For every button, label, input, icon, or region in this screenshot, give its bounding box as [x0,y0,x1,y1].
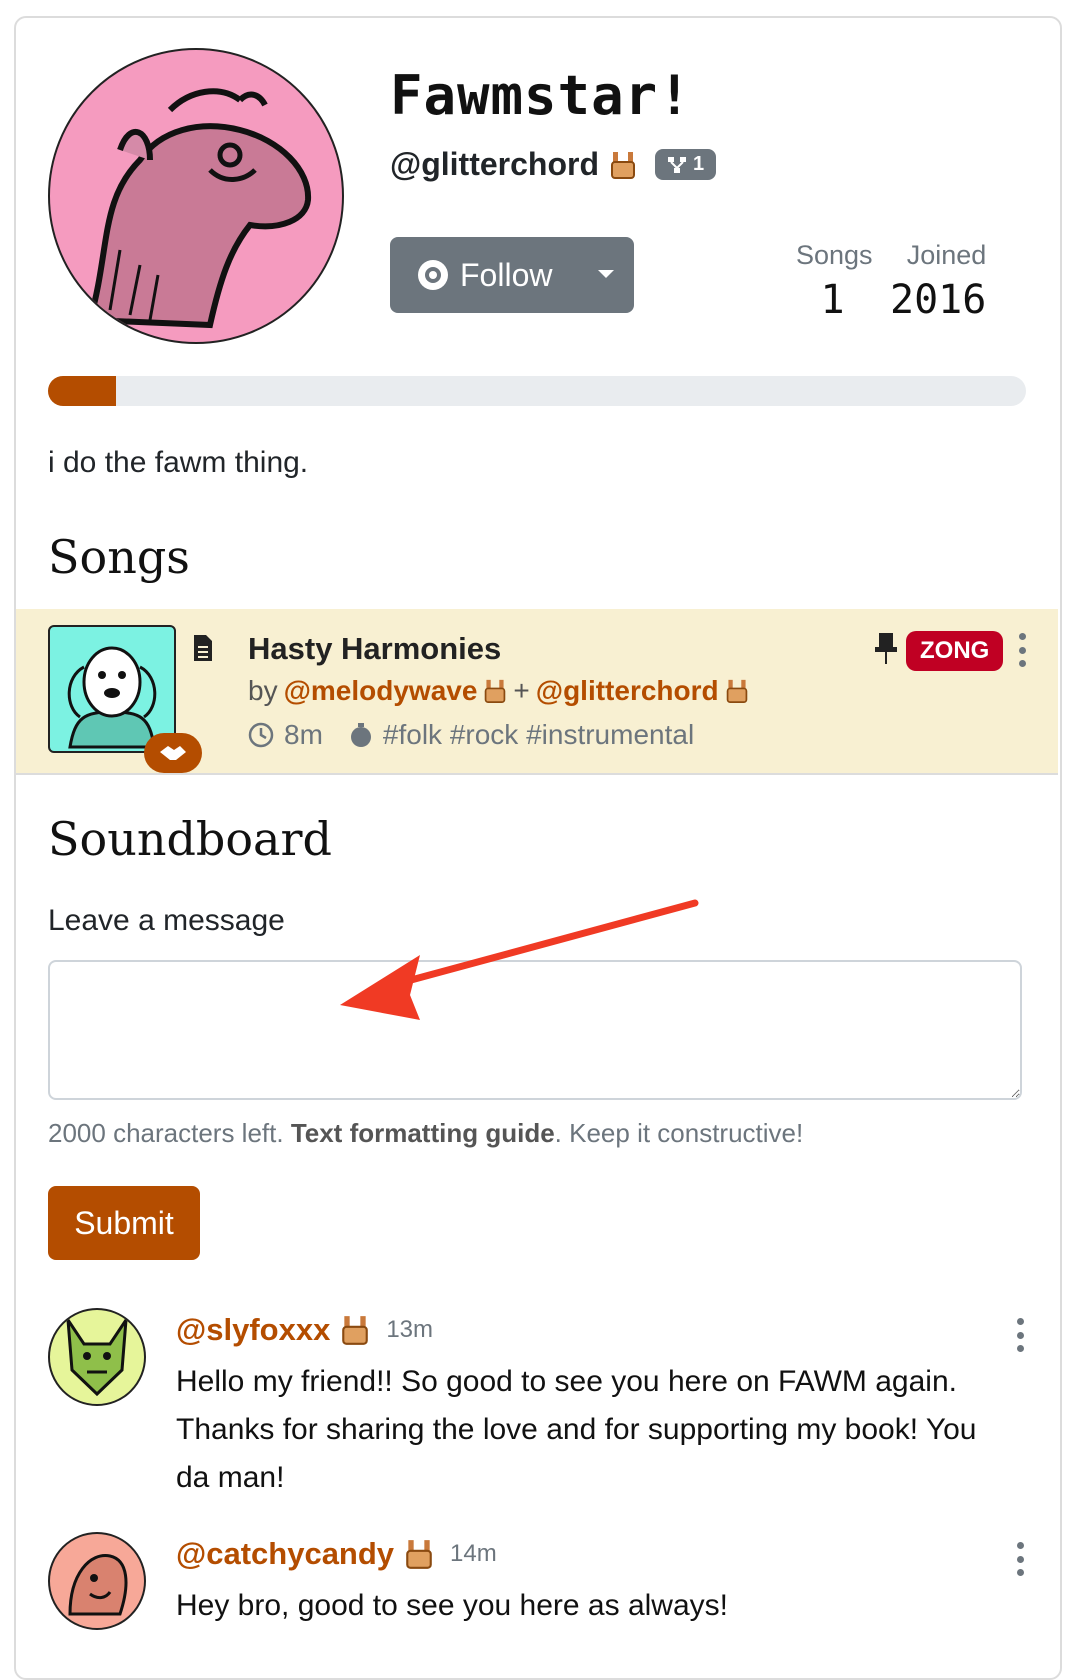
profile-bio: i do the fawm thing. [48,446,309,479]
plus-separator: + [513,675,530,706]
comment-menu-icon[interactable] [1016,1542,1024,1576]
collab-handshake-icon [144,733,202,773]
formatting-guide-link[interactable]: Text formatting guide [291,1118,555,1148]
follow-button[interactable]: Follow [390,237,634,313]
dog-artwork-icon [67,646,157,749]
comment-menu-icon[interactable] [1016,1318,1024,1352]
songs-stat-value: 1 [820,277,845,323]
follow-label: Follow [460,256,553,293]
comment-user[interactable]: @slyfoxxx [176,1312,330,1348]
zong-badge: ZONG [906,631,1004,671]
author-link[interactable]: @melodywave [284,675,478,707]
profile-handle[interactable]: @glitterchord [390,146,599,183]
document-icon [194,635,212,661]
comment-text: Hello my friend!! So good to see you her… [176,1365,977,1494]
help-suffix: . Keep it constructive! [554,1118,804,1148]
handshake-icon [160,746,186,760]
song-authors: by @melodywave + @glitterchord [248,675,749,707]
songs-stat: Songs 1 [796,240,873,323]
clock-icon [248,722,274,748]
comment-time[interactable]: 14m [450,1540,497,1568]
submit-button[interactable]: Submit [48,1186,200,1260]
song-tags[interactable]: #folk #rock #instrumental [383,719,694,751]
profile-avatar [48,48,344,344]
song-meta: 8m #folk #rock #instrumental [248,719,694,751]
handle-row: @glitterchord 1 [390,146,717,183]
network-icon [667,156,686,173]
message-help-text: 2000 characters left. Text formatting gu… [48,1118,803,1149]
stopwatch-icon [350,723,371,747]
songs-heading: Songs [48,530,190,584]
rock-hand-icon [342,1316,369,1345]
chevron-down-icon[interactable] [598,270,614,278]
joined-stat-label: Joined [906,240,987,270]
soundboard-heading: Soundboard [48,812,332,866]
joined-stat-value: 2016 [890,277,987,323]
camel-avatar-icon [86,88,312,329]
author-link[interactable]: @glitterchord [536,675,719,707]
collab-count-badge[interactable]: 1 [654,149,717,180]
collab-count: 1 [692,153,705,175]
progress-bar [48,376,1026,406]
annotation-arrow-icon [340,899,699,1020]
rock-hand-icon [406,1540,432,1569]
comment-text: Hey bro, good to see you here as always! [176,1589,728,1622]
rock-hand-icon [726,679,747,703]
comment-header: @slyfoxxx 13m [176,1312,433,1348]
joined-stat: Joined 2016 [890,240,986,323]
song-title[interactable]: Hasty Harmonies [248,631,501,667]
song-row[interactable]: Hasty Harmonies by @melodywave + @glitte… [16,609,1058,775]
rock-hand-icon [610,151,635,179]
comment-time[interactable]: 13m [386,1316,433,1344]
chars-left: 2000 characters left. [48,1118,291,1148]
comment-header: @catchycandy 14m [176,1536,497,1572]
avatar[interactable] [48,1308,146,1406]
avatar[interactable] [48,1532,146,1630]
by-label: by [248,675,278,706]
fox-avatar-icon [66,1314,128,1397]
rock-hand-icon [485,679,506,703]
progress-fill [48,376,117,406]
eye-icon [418,260,448,290]
song-duration: 8m [284,719,323,750]
leave-message-label: Leave a message [48,904,285,937]
comment-user[interactable]: @catchycandy [176,1536,394,1572]
pin-icon [875,633,897,664]
songs-stat-label: Songs [796,240,873,270]
profile-name: Fawmstar! [390,64,692,127]
song-menu-icon[interactable] [1018,633,1026,667]
candy-avatar-icon [68,1554,128,1616]
